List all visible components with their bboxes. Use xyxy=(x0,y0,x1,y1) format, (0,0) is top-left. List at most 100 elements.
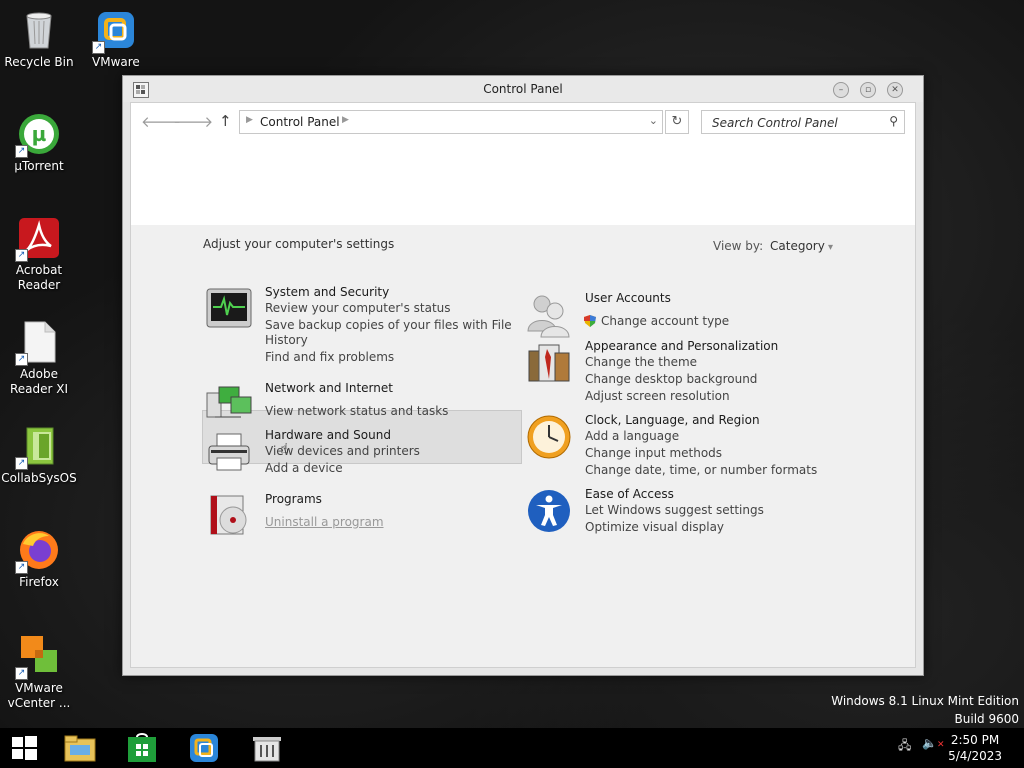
clock-icon[interactable] xyxy=(525,413,573,461)
taskbar-control-panel[interactable] xyxy=(251,733,283,763)
network-internet-title[interactable]: Network and Internet xyxy=(265,381,393,395)
user-accounts-icon[interactable] xyxy=(525,291,573,339)
vmware-icon xyxy=(190,734,218,762)
shortcut-arrow-icon: ↗ xyxy=(15,457,28,470)
desktop-icon-label: µTorrent xyxy=(14,159,64,173)
network-icon[interactable]: 🖧 xyxy=(898,736,911,757)
shortcut-arrow-icon: ↗ xyxy=(92,41,105,54)
up-arrow-icon[interactable]: ↑ xyxy=(219,112,232,130)
breadcrumb-control-panel[interactable]: Control Panel xyxy=(260,115,340,129)
programs-icon[interactable] xyxy=(205,492,253,540)
link-optimize-display[interactable]: Optimize visual display xyxy=(585,520,724,534)
programs-title[interactable]: Programs xyxy=(265,492,322,506)
shortcut-arrow-icon: ↗ xyxy=(15,353,28,366)
clock-time: 2:50 PM xyxy=(950,733,1000,747)
header-band xyxy=(131,139,915,225)
breadcrumb-separator-icon: ▶ xyxy=(246,115,253,125)
desktop-icon-label: Recycle Bin xyxy=(4,55,74,69)
maximize-button[interactable]: ▫ xyxy=(860,82,876,98)
appearance-icon[interactable] xyxy=(525,339,573,387)
link-add-language[interactable]: Add a language xyxy=(585,429,679,443)
minimize-button[interactable]: – xyxy=(833,82,849,98)
windows-logo-icon xyxy=(12,736,37,760)
vcenter-icon: ↗ xyxy=(15,634,61,680)
hardware-sound-title[interactable]: Hardware and Sound xyxy=(265,428,391,442)
store-icon xyxy=(128,733,156,762)
desktop-icon-label: Adobe Reader XI xyxy=(9,367,69,396)
desktop-icon-label: Acrobat Reader xyxy=(15,263,63,292)
acrobat-icon: ↗ xyxy=(15,216,61,262)
breadcrumb-separator-icon[interactable]: ▶ xyxy=(342,115,349,125)
system-security-icon[interactable] xyxy=(205,285,253,333)
refresh-button[interactable]: ↻ xyxy=(665,110,689,134)
link-screen-resolution[interactable]: Adjust screen resolution xyxy=(585,389,730,403)
link-save-backup-history[interactable]: History xyxy=(265,333,308,347)
volume-muted-icon[interactable]: 🔈✕ xyxy=(922,736,945,750)
link-find-fix-problems[interactable]: Find and fix problems xyxy=(265,350,394,364)
link-network-status[interactable]: View network status and tasks xyxy=(265,404,448,418)
link-date-time-formats[interactable]: Change date, time, or number formats xyxy=(585,463,817,477)
shortcut-arrow-icon: ↗ xyxy=(15,249,28,262)
firefox-icon: ↗ xyxy=(15,528,61,574)
desktop-icon-recycle-bin[interactable]: Recycle Bin xyxy=(1,8,77,70)
taskbar-file-explorer[interactable] xyxy=(64,733,96,763)
view-by-label: View by: xyxy=(713,239,764,253)
desktop-icon-label: VMware Workst... xyxy=(92,55,140,69)
forward-arrow-icon[interactable]: 🡒 xyxy=(173,112,213,131)
watermark-build: Build 9600 xyxy=(954,712,1019,726)
link-suggest-settings[interactable]: Let Windows suggest settings xyxy=(585,503,764,517)
desktop-icon-firefox[interactable]: ↗ Firefox xyxy=(1,528,77,590)
link-change-account-type[interactable]: Change account type xyxy=(601,314,729,328)
desktop-icon-utorrent[interactable]: µ ↗ µTorrent xyxy=(1,112,77,174)
watermark-edition: Windows 8.1 Linux Mint Edition xyxy=(831,694,1019,708)
utorrent-icon: µ ↗ xyxy=(15,112,61,158)
chevron-down-icon[interactable]: ⌄ xyxy=(649,114,658,127)
link-input-methods[interactable]: Change input methods xyxy=(585,446,722,460)
shortcut-arrow-icon: ↗ xyxy=(15,145,28,158)
collabsysos-icon: ↗ xyxy=(15,424,61,470)
clock-region-title[interactable]: Clock, Language, and Region xyxy=(585,413,760,427)
user-accounts-title[interactable]: User Accounts xyxy=(585,291,671,305)
close-button[interactable]: ✕ xyxy=(887,82,903,98)
desktop-icon-acrobat-reader[interactable]: ↗ Acrobat Reader xyxy=(1,216,77,293)
taskbar-vmware[interactable] xyxy=(189,733,221,763)
taskbar-store[interactable] xyxy=(127,733,159,763)
control-panel-window: Control Panel – ▫ ✕ 🡐 🡒 ↑ ▶ Control Pane… xyxy=(122,75,924,676)
hand-cursor-icon: ☝ xyxy=(280,441,289,457)
control-panel-icon xyxy=(253,737,281,762)
desktop-icon-adobe-reader-xi[interactable]: ↗ Adobe Reader XI xyxy=(1,320,77,397)
address-bar[interactable]: ▶ Control Panel ▶ ⌄ xyxy=(239,110,663,134)
system-security-title[interactable]: System and Security xyxy=(265,285,389,299)
link-uninstall-program[interactable]: Uninstall a program xyxy=(265,515,384,529)
vmware-icon: ↗ xyxy=(92,8,138,54)
navigation-bar: 🡐 🡒 ↑ ▶ Control Panel ▶ ⌄ ↻ ⚲ xyxy=(131,103,915,139)
link-review-status[interactable]: Review your computer's status xyxy=(265,301,451,315)
shield-icon xyxy=(583,314,597,328)
search-input[interactable] xyxy=(710,115,884,131)
recycle-bin-icon xyxy=(17,8,61,52)
desktop-icon-label: CollabSysOS xyxy=(1,471,77,485)
link-change-theme[interactable]: Change the theme xyxy=(585,355,697,369)
page-heading: Adjust your computer's settings xyxy=(203,237,395,251)
network-internet-icon[interactable] xyxy=(205,381,253,429)
link-desktop-background[interactable]: Change desktop background xyxy=(585,372,757,386)
shortcut-arrow-icon: ↗ xyxy=(15,667,28,680)
folder-icon xyxy=(64,735,96,762)
desktop-icon-vmware-vcenter[interactable]: ↗ VMware vCenter ... xyxy=(1,634,77,711)
view-by-dropdown[interactable]: Category xyxy=(770,239,833,253)
system-clock[interactable]: 2:50 PM 5/4/2023 xyxy=(948,732,1002,764)
link-add-device[interactable]: Add a device xyxy=(265,461,343,475)
printer-icon[interactable] xyxy=(205,428,253,476)
desktop-icon-collabsysos[interactable]: ↗ CollabSysOS xyxy=(1,424,77,486)
search-icon[interactable]: ⚲ xyxy=(889,114,898,128)
desktop-icon-vmware-workstation[interactable]: ↗ VMware Workst... xyxy=(78,8,154,70)
title-bar[interactable]: Control Panel – ▫ ✕ xyxy=(123,76,923,102)
start-button[interactable] xyxy=(10,733,42,763)
ease-of-access-title[interactable]: Ease of Access xyxy=(585,487,674,501)
link-save-backup[interactable]: Save backup copies of your files with Fi… xyxy=(265,318,512,332)
search-box[interactable]: ⚲ xyxy=(701,110,905,134)
document-icon: ↗ xyxy=(15,320,61,366)
taskbar: 🖧 🔈✕ 2:50 PM 5/4/2023 xyxy=(0,728,1024,768)
accessibility-icon[interactable] xyxy=(525,487,573,535)
appearance-title[interactable]: Appearance and Personalization xyxy=(585,339,778,353)
